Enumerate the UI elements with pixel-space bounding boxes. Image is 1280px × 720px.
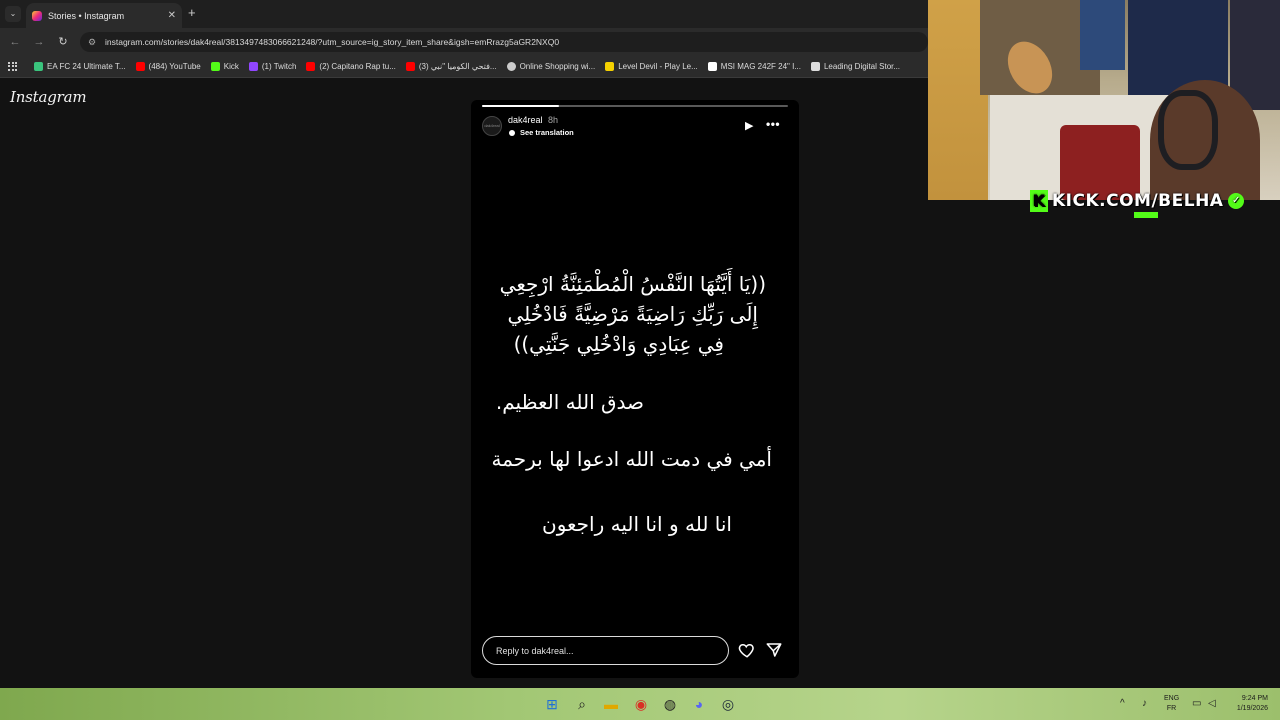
- webcam-wall: [928, 0, 988, 200]
- send-icon[interactable]: [765, 641, 783, 659]
- game-icon: [605, 62, 615, 71]
- translate-icon: [509, 129, 515, 136]
- youtube-icon: [405, 62, 415, 71]
- play-icon[interactable]: ▶: [745, 119, 753, 132]
- kick-channel-label: K KICK.COM/BELHA ✓: [1030, 190, 1245, 212]
- story-text-verse-2: إِلَى رَبِّكِ رَاضِيَةً مَرْضِيَّةً فَاد…: [507, 302, 759, 326]
- new-tab-button[interactable]: +: [188, 6, 196, 20]
- discord-icon[interactable]: ◕: [689, 694, 709, 714]
- volume-icon[interactable]: ◁: [1208, 698, 1216, 709]
- microphone-icon[interactable]: ♪: [1142, 698, 1147, 709]
- bookmark-item[interactable]: Level Devil - Play Le...: [605, 62, 698, 71]
- site-info-icon[interactable]: ⚙: [88, 37, 98, 48]
- bookmark-item[interactable]: (1) Twitch: [248, 62, 296, 71]
- bookmark-item[interactable]: Leading Digital Stor...: [810, 62, 900, 71]
- story-text-inna: انا لله و انا اليه راجعون: [542, 512, 732, 536]
- tab-title: Stories • Instagram: [48, 10, 125, 21]
- see-translation-link[interactable]: See translation: [509, 128, 574, 137]
- kick-logo-icon: K: [1030, 190, 1048, 212]
- app-icon[interactable]: ◍: [660, 694, 680, 714]
- url-text: instagram.com/stories/dak4real/381349748…: [105, 37, 560, 47]
- reply-input[interactable]: [482, 636, 729, 665]
- chevron-up-icon[interactable]: ^: [1120, 698, 1125, 709]
- bookmarks-bar: EA FC 24 Ultimate T... (484) YouTube Kic…: [0, 56, 928, 78]
- story-username[interactable]: dak4real: [508, 115, 543, 125]
- webcam-chair: [1060, 125, 1140, 200]
- story-viewer[interactable]: [471, 100, 799, 678]
- story-progress-fill: [482, 105, 559, 107]
- instagram-favicon-icon: [32, 10, 42, 21]
- bookmark-item[interactable]: MSI MAG 242F 24" I...: [707, 62, 801, 71]
- webcam-headset: [1158, 90, 1218, 170]
- verified-icon: ✓: [1228, 193, 1245, 209]
- address-bar[interactable]: ⚙ instagram.com/stories/dak4real/3813497…: [80, 32, 928, 52]
- more-options-icon[interactable]: •••: [766, 117, 780, 131]
- reload-icon[interactable]: ↻: [56, 35, 70, 49]
- close-tab-icon[interactable]: ✕: [168, 10, 176, 21]
- store-icon: [810, 62, 820, 71]
- back-icon[interactable]: ←: [8, 35, 22, 49]
- live-badge: [1134, 212, 1158, 218]
- screen: ⌄ Stories • Instagram ✕ + ← → ↻ ⚙ instag…: [0, 0, 1280, 720]
- avatar[interactable]: dak4real: [482, 116, 502, 136]
- file-explorer-icon[interactable]: ▬: [601, 694, 621, 714]
- story-time: 8h: [548, 115, 559, 125]
- globe-icon: [506, 62, 516, 71]
- instagram-logo[interactable]: Instagram: [10, 88, 87, 106]
- bookmark-item[interactable]: (3) فتحي الكوميا "نبي...: [405, 62, 497, 71]
- chrome-icon[interactable]: ◉: [631, 694, 651, 714]
- youtube-icon: [306, 62, 316, 71]
- bookmark-item[interactable]: (2) Capitano Rap tu...: [306, 62, 396, 71]
- twitch-icon: [248, 62, 258, 71]
- windows-start-icon[interactable]: ⊞: [542, 694, 562, 714]
- bookmark-item[interactable]: (484) YouTube: [135, 62, 201, 71]
- story-text-verse-3: فِي عِبَادِي وَادْخُلِي جَنَّتِي)): [513, 332, 724, 356]
- search-icon[interactable]: ⌕: [572, 694, 592, 714]
- bookmark-item[interactable]: Kick: [210, 62, 239, 71]
- tab-search-button[interactable]: ⌄: [5, 6, 21, 22]
- kick-channel-text: KICK.COM/BELHA: [1052, 191, 1224, 211]
- bookmark-item[interactable]: Online Shopping wi...: [506, 62, 595, 71]
- story-text-mother: أمي في دمت الله ادعوا لها برحمة: [491, 447, 772, 471]
- forward-icon[interactable]: →: [32, 35, 46, 49]
- language-indicator[interactable]: ENG FR: [1164, 694, 1179, 714]
- apps-grid-icon[interactable]: [8, 61, 18, 72]
- story-text-sadaq: صدق الله العظيم.: [495, 390, 644, 414]
- ea-icon: [34, 62, 43, 71]
- story-text-verse-1: ((يَا أَيَّتُهَا النَّفْسُ الْمُطْمَئِنَ…: [499, 272, 766, 296]
- youtube-icon: [135, 62, 145, 71]
- heart-icon[interactable]: [738, 641, 756, 659]
- network-icon[interactable]: ▭: [1192, 698, 1201, 709]
- system-clock[interactable]: 9:24 PM 1/19/2026: [1230, 694, 1268, 714]
- kick-icon: [210, 62, 220, 71]
- steam-icon[interactable]: ◎: [718, 694, 738, 714]
- webcam-poster: [1080, 0, 1125, 70]
- bookmark-item[interactable]: EA FC 24 Ultimate T...: [34, 62, 126, 71]
- msi-icon: [707, 62, 717, 71]
- browser-tab[interactable]: Stories • Instagram ✕: [26, 3, 182, 28]
